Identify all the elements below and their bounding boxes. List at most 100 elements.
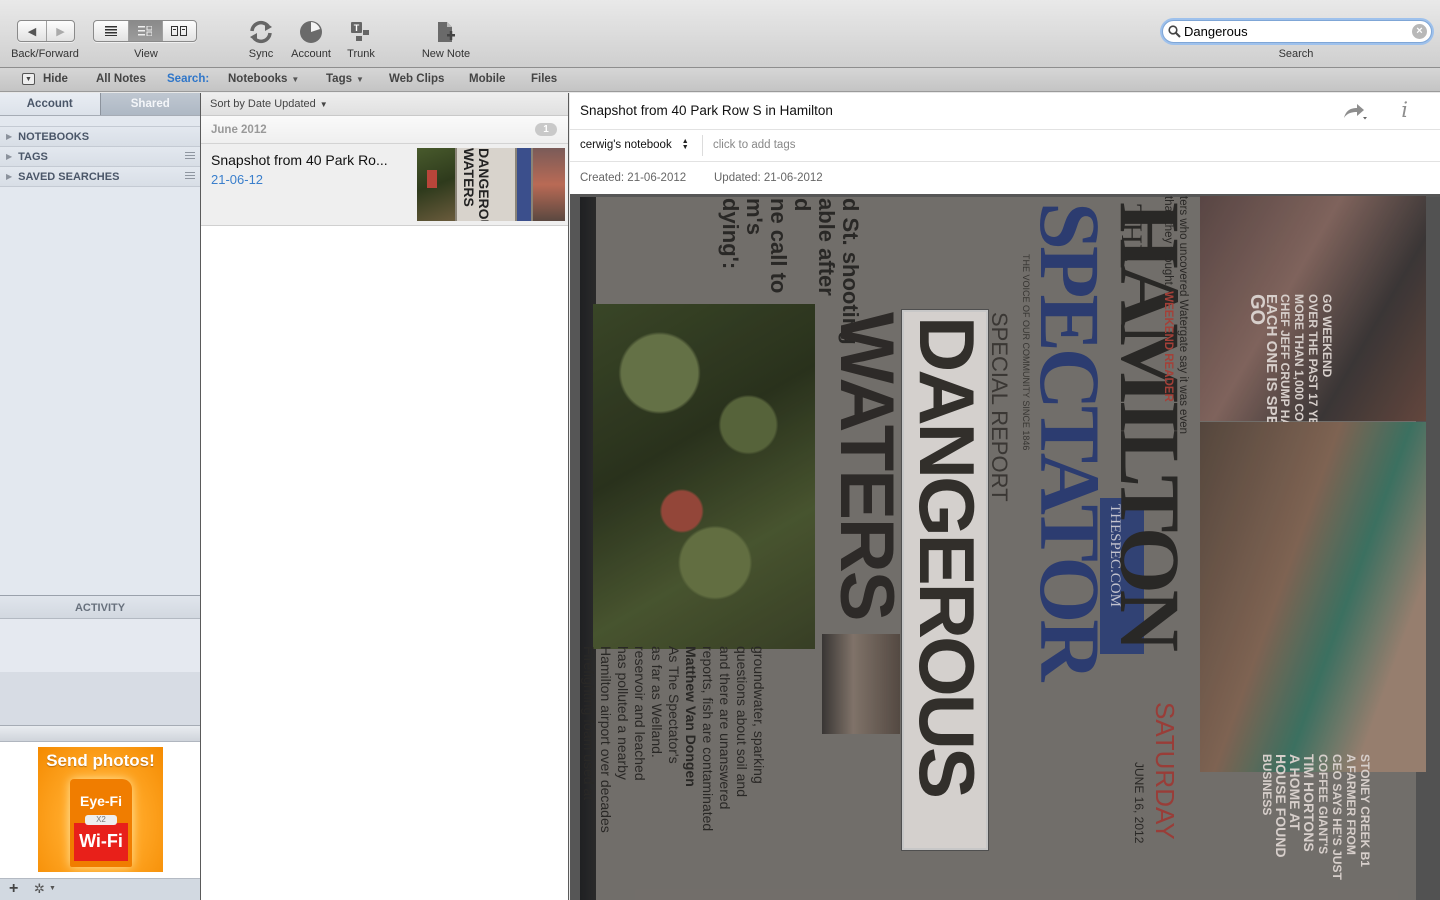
tab-shared[interactable]: Shared — [100, 93, 200, 115]
group-label: June 2012 — [211, 124, 267, 136]
files-button[interactable]: Files — [531, 73, 557, 85]
story-line: Hamilton airport over decades — [598, 646, 614, 833]
sd-card-graphic: Eye-Fi X2 Wi-Fi — [70, 779, 132, 867]
chevron-down-icon[interactable]: ▼ — [49, 885, 56, 892]
menu-lines-icon[interactable] — [185, 172, 195, 181]
list-item[interactable]: Snapshot from 40 Park Ro... 21-06-12 DAN… — [201, 144, 568, 226]
story-line: Firefighting foam used at — [581, 646, 597, 801]
box-line: TIM HORTONS — [1301, 754, 1317, 852]
search-filter-text: Search: — [167, 73, 210, 85]
account-button[interactable] — [298, 19, 324, 45]
sidebar: Account Shared ▶ NOTEBOOKS ▶ TAGS ▶ SAVE… — [0, 93, 201, 900]
tab-account[interactable]: Account — [0, 93, 101, 115]
thumb-photo-detail — [427, 170, 437, 188]
view-list-button[interactable] — [94, 21, 128, 41]
teaser-line: ters who uncovered Watergate say it was … — [1177, 196, 1189, 434]
new-note-button[interactable] — [433, 19, 459, 45]
mobile-button[interactable]: Mobile — [469, 73, 505, 85]
info-icon[interactable]: i — [1401, 98, 1408, 122]
filter-bar: ▼ Hide All Notes Search: Notebooks ▼ Tags… — [0, 68, 1440, 92]
note-list: Sort by Date Updated ▼ June 2012 1 Snapsh… — [201, 93, 569, 900]
search-input[interactable] — [1184, 24, 1404, 39]
story-line: groundwater, sparking — [751, 646, 767, 784]
hide-button[interactable]: ▼ Hide — [22, 73, 68, 85]
story-line: Matthew Van Dongen — [683, 646, 699, 787]
files-label: Files — [531, 73, 558, 85]
sync-button[interactable] — [248, 19, 274, 45]
sidebar-bottom-bar: + ✲ ▼ — [0, 878, 200, 900]
disclosure-triangle-icon[interactable]: ▶ — [6, 132, 12, 141]
note-group-header: June 2012 1 — [201, 116, 568, 144]
notebook-selector[interactable]: cerwig's notebook ▲ ▼ — [580, 138, 689, 151]
tags-dropdown[interactable]: Tags ▼ — [326, 73, 364, 85]
note-title-field[interactable]: Snapshot from 40 Park Row S in Hamilton — [580, 103, 833, 118]
sync-label: Sync — [248, 48, 274, 60]
note-meta-row: cerwig's notebook ▲ ▼ click to add tags — [570, 130, 1440, 162]
box-line: BUSINESS — [1260, 754, 1274, 816]
group-count-badge: 1 — [535, 123, 557, 136]
view-snippet-button[interactable] — [128, 21, 162, 41]
search-highlight-box: DANGEROUS — [902, 310, 988, 850]
card-wifi: Wi-Fi — [79, 831, 123, 851]
note-title: Snapshot from 40 Park Ro... — [211, 152, 388, 168]
sidebar-item-notebooks[interactable]: ▶ NOTEBOOKS — [0, 127, 200, 147]
fragment: m's — [742, 198, 767, 236]
notebooks-dropdown[interactable]: Notebooks ▼ — [228, 73, 299, 85]
tags-input[interactable]: click to add tags — [713, 139, 795, 151]
note-thumbnail: DANGEROUS WATERS — [417, 148, 565, 221]
promo-box-bottom-text: STONEY CREEK B1 A FARMER FROM CEO SAYS H… — [1260, 754, 1372, 880]
trunk-button[interactable]: T — [348, 19, 374, 45]
disclosure-triangle-icon[interactable]: ▶ — [6, 172, 12, 181]
card-model: X2 — [85, 815, 117, 825]
eye-fi-promo-banner[interactable]: Send photos! Eye-Fi X2 Wi-Fi — [38, 747, 163, 872]
web-clips-button[interactable]: Web Clips — [389, 73, 444, 85]
tab-account-label: Account — [26, 98, 73, 110]
back-button[interactable]: ◀ — [18, 21, 46, 41]
box-line: A FARMER FROM — [1344, 754, 1358, 855]
fragment: dying': — [718, 198, 743, 270]
back-forward-label: Back/Forward — [11, 48, 79, 60]
note-image[interactable]: d St. shooting able after d ne call to m… — [570, 194, 1440, 900]
divider — [702, 135, 703, 156]
sidebar-sections: ▶ NOTEBOOKS ▶ TAGS ▶ SAVED SEARCHES — [0, 126, 200, 187]
box-line: GO WEEKEND — [1320, 294, 1334, 378]
add-icon[interactable]: + — [9, 880, 18, 898]
svg-text:T: T — [354, 23, 360, 33]
search-field[interactable]: × — [1162, 20, 1432, 43]
issue-date: JUNE 16, 2012 — [1132, 762, 1146, 844]
gear-icon[interactable]: ✲ — [34, 881, 45, 897]
mobile-label: Mobile — [469, 73, 506, 85]
masthead-the: THE — [1115, 204, 1148, 263]
story-line: and there are unanswered — [717, 646, 733, 810]
issue-day: SATURDAY — [1150, 702, 1180, 840]
activity-panel-lower — [0, 672, 200, 726]
box-line: GO — [1246, 294, 1268, 326]
activity-header[interactable]: ACTIVITY — [0, 595, 200, 619]
activity-label: ACTIVITY — [74, 602, 126, 614]
sidebar-item-saved-searches[interactable]: ▶ SAVED SEARCHES — [0, 167, 200, 187]
disclosure-triangle-icon[interactable]: ▶ — [6, 152, 12, 161]
forward-button[interactable]: ▶ — [45, 21, 74, 41]
share-icon[interactable] — [1342, 102, 1368, 123]
hide-sidebar-icon: ▼ — [22, 73, 35, 85]
activity-divider[interactable] — [0, 726, 200, 742]
sidebar-tabs: Account Shared — [0, 93, 200, 116]
chevron-down-icon: ▼ — [319, 100, 328, 109]
menu-lines-icon[interactable] — [185, 152, 195, 161]
teaser-line: than they thought. — [1162, 196, 1174, 292]
view-control — [93, 20, 197, 42]
sort-dropdown[interactable]: Sort by Date Updated ▼ — [201, 93, 568, 116]
view-card-button[interactable] — [161, 21, 196, 41]
all-notes-label: All Notes — [96, 73, 146, 85]
promo-title: Send photos! — [46, 751, 155, 770]
box-line: HOUSE FOUND — [1273, 754, 1289, 858]
list-view-icon — [105, 26, 118, 36]
sidebar-item-label: TAGS — [18, 150, 48, 163]
clear-search-icon[interactable]: × — [1412, 24, 1427, 39]
fragment: d — [790, 198, 815, 212]
promo-area: Send photos! Eye-Fi X2 Wi-Fi — [0, 742, 200, 878]
sidebar-item-tags[interactable]: ▶ TAGS — [0, 147, 200, 167]
back-arrow-icon: ◀ — [27, 25, 37, 38]
special-report-label: SPECIAL REPORT — [987, 312, 1012, 502]
all-notes-button[interactable]: All Notes — [96, 73, 146, 85]
